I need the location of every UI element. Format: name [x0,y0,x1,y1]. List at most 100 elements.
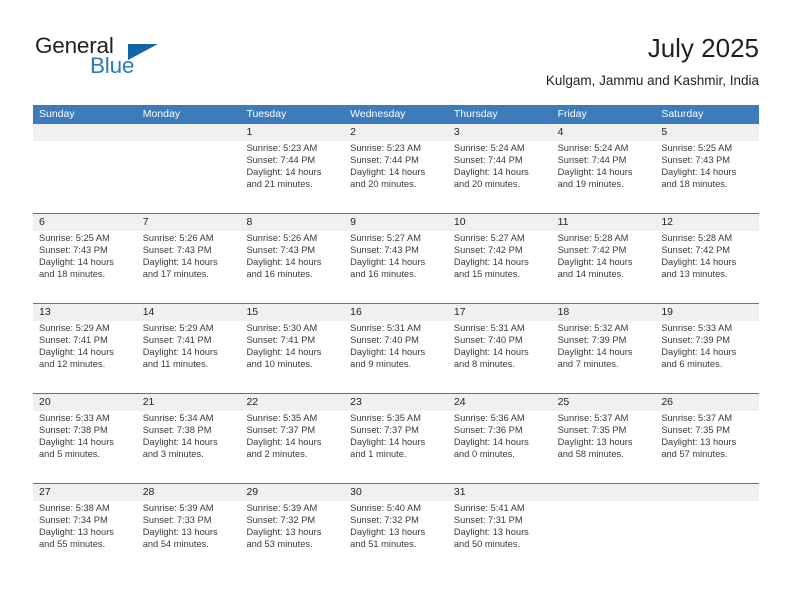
calendar-day-cell[interactable]: 6 Sunrise: 5:25 AM Sunset: 7:43 PM Daylight… [33,214,137,303]
day-number: 14 [142,306,155,318]
calendar-week-row: 27 Sunrise: 5:38 AM Sunset: 7:34 PM Dayligh… [33,483,759,573]
calendar-day-cell[interactable]: 17 Sunrise: 5:31 AM Sunset: 7:40 PM Dayligh… [448,304,552,393]
daylight-duration-line1: Daylight: 14 hours [453,166,529,177]
sunset-time: Sunset: 7:33 PM [142,514,212,525]
daylight-duration-line1: Daylight: 14 hours [246,436,322,447]
daylight-duration-line1: Daylight: 14 hours [661,166,737,177]
day-details: Sunrise: 5:37 AM Sunset: 7:35 PM Daylight:… [558,413,653,461]
calendar-day-cell[interactable]: 20 Sunrise: 5:33 AM Sunset: 7:38 PM Dayligh… [33,394,137,483]
weeks-container: 1 Sunrise: 5:23 AM Sunset: 7:44 PM Daylight… [33,124,759,573]
daylight-duration-line2: and 51 minutes. [350,538,417,549]
calendar-day-cell[interactable]: 9 Sunrise: 5:27 AM Sunset: 7:43 PM Daylight… [344,214,448,303]
sunrise-time: Sunrise: 5:23 AM [350,143,421,153]
day-details: Sunrise: 5:40 AM Sunset: 7:32 PM Daylight:… [350,503,445,551]
calendar-day-cell[interactable]: 16 Sunrise: 5:31 AM Sunset: 7:40 PM Dayligh… [344,304,448,393]
calendar-day-cell[interactable]: 27 Sunrise: 5:38 AM Sunset: 7:34 PM Dayligh… [33,484,137,573]
sunset-time: Sunset: 7:39 PM [557,334,627,345]
calendar-empty-cell [137,124,241,213]
daylight-duration-line2: and 20 minutes. [453,178,521,189]
calendar-day-cell[interactable]: 26 Sunrise: 5:37 AM Sunset: 7:35 PM Dayligh… [655,394,759,483]
daylight-duration-line2: and 1 minute. [350,448,407,459]
day-number [39,124,134,141]
day-number: 18 [557,306,570,318]
daylight-duration-line1: Daylight: 14 hours [453,436,529,447]
calendar-day-cell[interactable]: 13 Sunrise: 5:29 AM Sunset: 7:41 PM Dayligh… [33,304,137,393]
daylight-duration-line1: Daylight: 14 hours [246,346,322,357]
daylight-duration-line1: Daylight: 13 hours [39,526,114,537]
calendar-day-cell[interactable]: 30 Sunrise: 5:40 AM Sunset: 7:32 PM Dayligh… [344,484,448,573]
daylight-duration-line2: and 7 minutes. [557,358,619,369]
daylight-duration-line2: and 16 minutes. [350,268,417,279]
day-number [143,124,238,141]
sunrise-time: Sunrise: 5:35 AM [350,413,421,423]
day-details: Sunrise: 5:31 AM Sunset: 7:40 PM Daylight:… [454,323,549,371]
sunrise-time: Sunrise: 5:30 AM [246,323,318,333]
calendar-day-cell[interactable]: 19 Sunrise: 5:33 AM Sunset: 7:39 PM Dayligh… [655,304,759,393]
day-details: Sunrise: 5:41 AM Sunset: 7:31 PM Daylight:… [454,503,549,551]
daylight-duration-line1: Daylight: 14 hours [39,436,114,447]
daylight-duration-line2: and 16 minutes. [246,268,313,279]
sunrise-time: Sunrise: 5:36 AM [453,413,525,423]
calendar-day-cell[interactable]: 3 Sunrise: 5:24 AM Sunset: 7:44 PM Daylight… [448,124,552,213]
day-details: Sunrise: 5:27 AM Sunset: 7:42 PM Daylight:… [454,233,549,281]
day-number [661,484,756,501]
calendar-day-cell[interactable]: 23 Sunrise: 5:35 AM Sunset: 7:37 PM Dayligh… [344,394,448,483]
calendar-day-cell[interactable]: 29 Sunrise: 5:39 AM Sunset: 7:32 PM Dayligh… [240,484,344,573]
day-details: Sunrise: 5:30 AM Sunset: 7:41 PM Daylight:… [246,323,341,371]
sunrise-time: Sunrise: 5:31 AM [350,323,421,333]
day-number: 4 [557,126,564,138]
sunset-time: Sunset: 7:32 PM [350,514,419,525]
calendar-day-cell[interactable]: 22 Sunrise: 5:35 AM Sunset: 7:37 PM Dayligh… [240,394,344,483]
day-number: 12 [661,216,673,228]
calendar-day-cell[interactable]: 24 Sunrise: 5:36 AM Sunset: 7:36 PM Dayligh… [448,394,552,483]
sunset-time: Sunset: 7:43 PM [350,244,419,255]
calendar-week-cells: 20 Sunrise: 5:33 AM Sunset: 7:38 PM Dayligh… [33,394,759,483]
generalblue-logo[interactable]: General Blue [33,33,233,89]
calendar-day-cell[interactable]: 15 Sunrise: 5:30 AM Sunset: 7:41 PM Dayligh… [240,304,344,393]
daylight-duration-line2: and 21 minutes. [246,178,313,189]
sunset-time: Sunset: 7:37 PM [246,424,316,435]
day-number: 19 [661,306,673,318]
day-number: 8 [246,216,253,228]
day-details: Sunrise: 5:31 AM Sunset: 7:40 PM Daylight:… [350,323,445,371]
day-number: 5 [661,126,668,138]
calendar-day-cell[interactable]: 1 Sunrise: 5:23 AM Sunset: 7:44 PM Daylight… [240,124,344,213]
weekday-header-sunday: Sunday [39,108,75,120]
calendar-day-cell[interactable]: 31 Sunrise: 5:41 AM Sunset: 7:31 PM Dayligh… [448,484,552,573]
calendar-day-cell[interactable]: 10 Sunrise: 5:27 AM Sunset: 7:42 PM Dayligh… [448,214,552,303]
calendar-day-cell[interactable]: 7 Sunrise: 5:26 AM Sunset: 7:43 PM Daylight… [137,214,241,303]
calendar-day-cell[interactable]: 18 Sunrise: 5:32 AM Sunset: 7:39 PM Dayligh… [552,304,656,393]
day-number: 2 [350,126,356,138]
daylight-duration-line1: Daylight: 13 hours [453,526,529,537]
day-details: Sunrise: 5:26 AM Sunset: 7:43 PM Daylight:… [246,233,341,281]
daylight-duration-line1: Daylight: 14 hours [142,346,218,357]
day-details: Sunrise: 5:39 AM Sunset: 7:32 PM Daylight:… [246,503,341,551]
daylight-duration-line1: Daylight: 14 hours [453,346,529,357]
sunset-time: Sunset: 7:38 PM [142,424,212,435]
day-number: 6 [39,216,45,228]
day-number: 22 [246,396,259,408]
sunrise-time: Sunrise: 5:33 AM [661,323,733,333]
calendar-day-cell[interactable]: 2 Sunrise: 5:23 AM Sunset: 7:44 PM Daylight… [344,124,448,213]
day-number: 21 [142,396,155,408]
calendar-day-cell[interactable]: 8 Sunrise: 5:26 AM Sunset: 7:43 PM Daylight… [240,214,344,303]
day-number: 15 [246,306,259,318]
day-details: Sunrise: 5:29 AM Sunset: 7:41 PM Daylight:… [143,323,238,371]
calendar-week-row: 13 Sunrise: 5:29 AM Sunset: 7:41 PM Dayligh… [33,303,759,393]
calendar-day-cell[interactable]: 4 Sunrise: 5:24 AM Sunset: 7:44 PM Daylight… [552,124,656,213]
daylight-duration-line2: and 9 minutes. [350,358,412,369]
sunrise-time: Sunrise: 5:28 AM [661,233,733,243]
day-number: 27 [39,486,51,498]
calendar-day-cell[interactable]: 12 Sunrise: 5:28 AM Sunset: 7:42 PM Dayligh… [655,214,759,303]
daylight-duration-line2: and 8 minutes. [453,358,515,369]
calendar-day-cell[interactable]: 25 Sunrise: 5:37 AM Sunset: 7:35 PM Dayligh… [552,394,656,483]
daylight-duration-line1: Daylight: 14 hours [557,346,633,357]
calendar-day-cell[interactable]: 21 Sunrise: 5:34 AM Sunset: 7:38 PM Dayligh… [137,394,241,483]
calendar-day-cell[interactable]: 5 Sunrise: 5:25 AM Sunset: 7:43 PM Daylight… [655,124,759,213]
calendar-day-cell[interactable]: 11 Sunrise: 5:28 AM Sunset: 7:42 PM Dayligh… [552,214,656,303]
daylight-duration-line2: and 11 minutes. [142,358,209,369]
calendar-day-cell[interactable]: 14 Sunrise: 5:29 AM Sunset: 7:41 PM Dayligh… [137,304,241,393]
calendar-day-cell[interactable]: 28 Sunrise: 5:39 AM Sunset: 7:33 PM Dayligh… [137,484,241,573]
sunset-time: Sunset: 7:31 PM [453,514,523,525]
day-number: 29 [246,486,259,498]
